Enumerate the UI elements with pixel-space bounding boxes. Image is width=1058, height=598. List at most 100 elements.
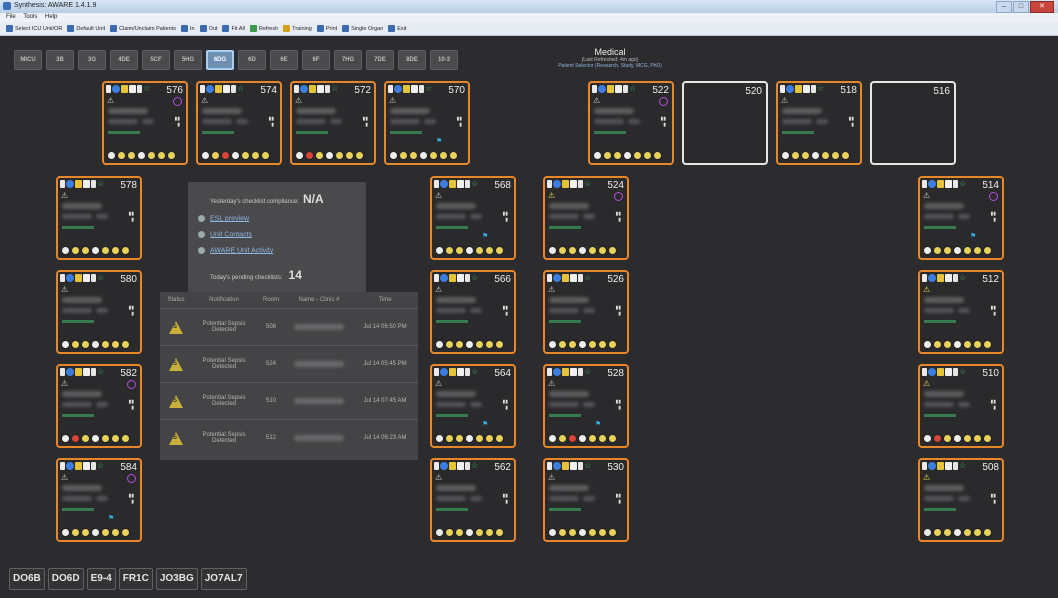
status-dot-icon[interactable] [943,246,952,255]
status-dot-icon[interactable] [147,151,156,160]
status-dot-icon[interactable] [305,151,314,160]
status-dot-icon[interactable] [241,151,250,160]
status-dot-icon[interactable] [953,246,962,255]
unit-tab[interactable]: 7DE [366,50,394,70]
toolbar-button-5[interactable]: Fit All [222,25,245,32]
status-dot-icon[interactable] [315,151,324,160]
care-link[interactable] [549,226,581,229]
status-dot-icon[interactable] [983,528,992,537]
status-dot-icon[interactable] [455,528,464,537]
care-link[interactable] [62,414,94,417]
status-dot-icon[interactable] [588,246,597,255]
star-icon[interactable]: ☆ [817,85,824,93]
status-dot-icon[interactable] [598,434,607,443]
status-dot-icon[interactable] [923,246,932,255]
status-dot-icon[interactable] [495,434,504,443]
star-icon[interactable]: ☆ [959,368,966,376]
menu-tools[interactable]: Tools [23,14,37,20]
care-link[interactable] [62,508,94,511]
status-dot-icon[interactable] [923,434,932,443]
status-dot-icon[interactable] [111,528,120,537]
care-link[interactable] [62,226,94,229]
status-dot-icon[interactable] [588,528,597,537]
unit-activity-link[interactable]: AWARE Unit Activity [198,247,273,254]
status-dot-icon[interactable] [548,528,557,537]
status-dot-icon[interactable] [548,340,557,349]
status-dot-icon[interactable] [101,340,110,349]
status-dot-icon[interactable] [445,528,454,537]
status-dot-icon[interactable] [419,151,428,160]
status-dot-icon[interactable] [81,340,90,349]
status-dot-icon[interactable] [355,151,364,160]
star-icon[interactable]: ☆ [471,274,478,282]
status-dot-icon[interactable] [81,434,90,443]
unit-tab[interactable]: MICU [14,50,42,70]
unit-tab[interactable]: 6F [302,50,330,70]
close-button[interactable]: ✕ [1030,1,1054,13]
bed-card[interactable]: 516 [870,81,956,165]
status-dot-icon[interactable] [455,340,464,349]
status-dot-icon[interactable] [568,246,577,255]
unit-contacts-link[interactable]: Unit Contacts [198,231,252,238]
status-dot-icon[interactable] [485,246,494,255]
status-dot-icon[interactable] [167,151,176,160]
status-dot-icon[interactable] [111,434,120,443]
status-dot-icon[interactable] [211,151,220,160]
status-dot-icon[interactable] [117,151,126,160]
star-icon[interactable]: ☆ [237,85,244,93]
unit-tab[interactable]: 5HG [174,50,202,70]
status-dot-icon[interactable] [943,434,952,443]
status-dot-icon[interactable] [61,340,70,349]
status-dot-icon[interactable] [121,246,130,255]
care-link[interactable] [436,320,468,323]
status-dot-icon[interactable] [435,528,444,537]
status-dot-icon[interactable] [983,434,992,443]
status-dot-icon[interactable] [475,246,484,255]
status-dot-icon[interactable] [435,434,444,443]
notification-row[interactable]: S Potential Sepsis Detected 512 Jul 14 06:2… [160,419,418,456]
bed-card[interactable]: ☆ 524 ⚠ ▮▮ ▮ [543,176,629,260]
care-link[interactable] [924,414,956,417]
status-dot-icon[interactable] [61,434,70,443]
status-dot-icon[interactable] [568,340,577,349]
bed-card[interactable]: ☆ 562 ⚠ ▮▮ ▮ [430,458,516,542]
status-dot-icon[interactable] [943,340,952,349]
status-dot-icon[interactable] [598,528,607,537]
toolbar-button-6[interactable]: Refresh [249,25,278,32]
care-link[interactable] [924,508,956,511]
status-dot-icon[interactable] [983,340,992,349]
unit-tab[interactable]: 10-3 [430,50,458,70]
status-dot-icon[interactable] [841,151,850,160]
status-dot-icon[interactable] [811,151,820,160]
status-dot-icon[interactable] [91,246,100,255]
status-dot-icon[interactable] [568,434,577,443]
care-link[interactable] [202,131,234,134]
status-dot-icon[interactable] [588,340,597,349]
bed-card[interactable]: ☆ 508 ⚠ ▮▮ ▮ [918,458,1004,542]
bed-card[interactable]: ☆ 584 ⚠ ▮▮ ▮ ⚑ [56,458,142,542]
notification-row[interactable]: S Potential Sepsis Detected 508 Jul 14 06:5… [160,308,418,345]
status-dot-icon[interactable] [923,528,932,537]
status-dot-icon[interactable] [963,340,972,349]
bed-card[interactable]: ☆ 576 ⚠ ▮▮ ▮ [102,81,188,165]
star-icon[interactable]: ☆ [97,180,104,188]
status-dot-icon[interactable] [61,528,70,537]
unit-tab[interactable]: 6D [238,50,266,70]
status-dot-icon[interactable] [613,151,622,160]
status-dot-icon[interactable] [578,434,587,443]
status-dot-icon[interactable] [578,528,587,537]
bottom-unit-tab[interactable]: JO7AL7 [200,568,247,590]
toolbar-button-1[interactable]: Default Unit [67,25,105,32]
bed-card[interactable]: ☆ 528 ⚠ ▮▮ ▮ ⚑ [543,364,629,448]
status-dot-icon[interactable] [578,340,587,349]
status-dot-icon[interactable] [389,151,398,160]
status-dot-icon[interactable] [791,151,800,160]
toolbar-button-0[interactable]: Select ICU Unit/OR [6,25,62,32]
star-icon[interactable]: ☆ [331,85,338,93]
star-icon[interactable]: ☆ [97,462,104,470]
unit-tab[interactable]: 3G [78,50,106,70]
star-icon[interactable]: ☆ [97,274,104,282]
minimize-button[interactable]: – [996,1,1012,13]
toolbar-button-2[interactable]: Claim/Unclaim Patients [110,25,176,32]
status-dot-icon[interactable] [643,151,652,160]
